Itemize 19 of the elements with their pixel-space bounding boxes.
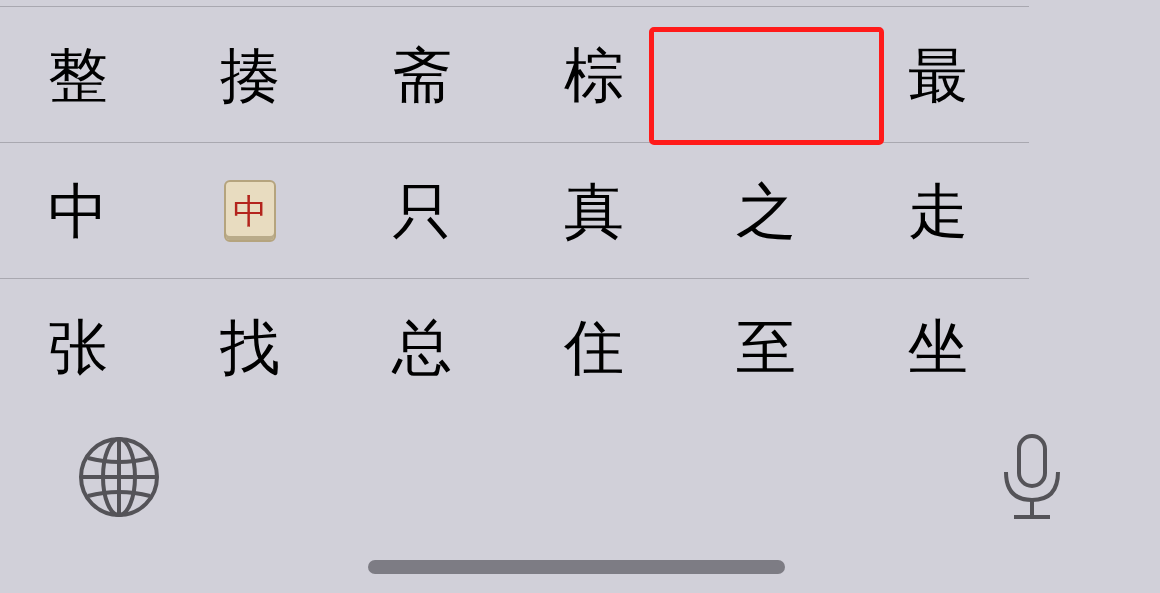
candidate-character[interactable]: 住 (564, 316, 624, 377)
candidate-character[interactable]: 真 (564, 180, 624, 241)
candidate-character[interactable]: 最 (908, 44, 968, 105)
candidate-character[interactable]: 整 (48, 44, 108, 105)
candidate-character[interactable]: 揍 (220, 44, 280, 105)
candidate-character[interactable]: 至 (736, 316, 796, 377)
microphone-icon[interactable] (1002, 434, 1062, 520)
candidate-character[interactable]: 棕 (564, 44, 624, 105)
mahjong-tile-icon[interactable]: 中 (224, 179, 276, 242)
candidate-character[interactable]: 找 (220, 316, 280, 377)
candidate-character[interactable]: 中 (48, 180, 108, 241)
candidate-character[interactable]: 张 (48, 316, 108, 377)
candidate-character[interactable]: 只 (392, 180, 452, 241)
candidate-character[interactable]: 走 (908, 180, 968, 241)
candidate-character[interactable]: 之 (736, 180, 796, 241)
candidate-character[interactable]: 总 (392, 316, 452, 377)
candidate-character[interactable]: 坐 (908, 316, 968, 377)
candidate-character[interactable]: 斋 (392, 44, 452, 105)
globe-icon[interactable] (78, 436, 160, 518)
